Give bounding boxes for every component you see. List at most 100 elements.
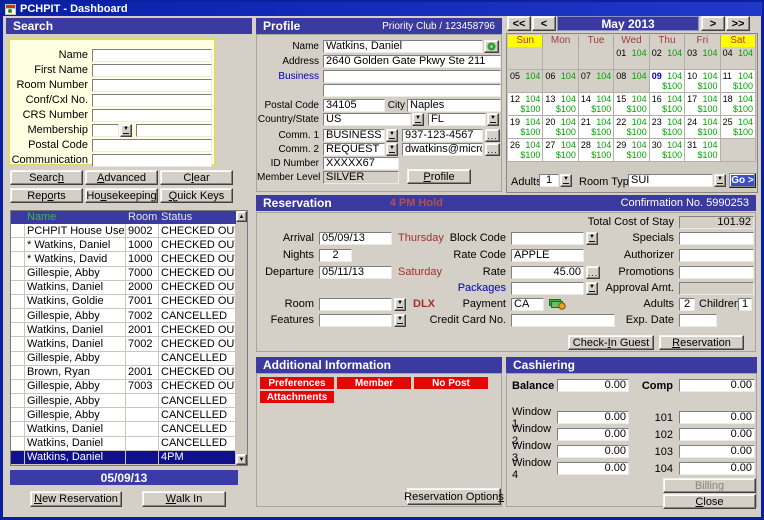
search-name-input[interactable] [92,49,212,62]
row-selector-cell[interactable] [11,323,25,336]
table-row[interactable]: Gillespie, Abby CANCELLED [11,394,236,408]
row-selector-cell[interactable] [11,366,25,379]
res-adults-input[interactable]: 2 [679,298,695,311]
status-column-header[interactable]: Status [159,211,236,224]
calendar-day[interactable]: 19104$100 [508,116,543,139]
row-selector-cell[interactable] [11,295,25,308]
calendar-day[interactable]: 10104$100 [685,70,720,93]
search-membership-type-input[interactable] [92,124,119,137]
calendar-day[interactable]: 07104 [579,70,614,93]
row-selector-cell[interactable] [11,394,25,407]
reservation-options-button[interactable]: Reservation Options [407,488,501,505]
comm2-dropdown-button[interactable]: ▼ [386,143,398,156]
row-selector-cell[interactable] [11,422,25,435]
comm1-dropdown-button[interactable]: ▼ [386,129,398,142]
calendar-day[interactable] [579,47,614,70]
row-selector-cell[interactable] [11,380,25,393]
info-flag-lamp[interactable]: Member [337,377,411,389]
rate-ellipsis-button[interactable]: ... [586,266,600,279]
room-type-input[interactable]: SUI [628,174,713,187]
calendar-day[interactable]: 28104$100 [579,139,614,162]
comm2-value-input[interactable]: dwatkins@micros [402,143,483,156]
row-selector-cell[interactable] [11,451,25,464]
state-dropdown-button[interactable]: ▼ [487,113,499,126]
calendar-day[interactable]: 30104$100 [650,139,685,162]
block-code-dropdown-button[interactable]: ▼ [586,232,598,245]
search-action-button[interactable]: Search [10,170,83,185]
rate-input[interactable]: 45.00 [511,266,584,279]
row-selector-cell[interactable] [11,352,25,365]
arrival-input[interactable]: 05/09/13 [319,232,392,245]
profile-name-input[interactable]: Watkins, Daniel [323,40,483,53]
info-flag-lamp[interactable]: No Post [414,377,488,389]
row-selector-cell[interactable] [11,252,25,265]
table-row[interactable]: Gillespie, Abby CANCELLED [11,408,236,422]
postal-code-input[interactable]: 34105 [323,99,385,112]
calendar-first-button[interactable]: << [507,16,531,31]
calendar-day[interactable]: 03104 [685,47,720,70]
table-row[interactable]: * Watkins, David 1000 CHECKED OUT [11,252,236,266]
info-flag-lamp[interactable]: Attachments [260,391,334,403]
packages-input[interactable] [511,282,584,295]
calendar-day[interactable]: 23104$100 [650,116,685,139]
table-row[interactable]: Gillespie, Abby 7000 CHECKED OUT [11,267,236,281]
calendar-day[interactable]: 08104 [614,70,649,93]
calendar-day[interactable]: 24104$100 [685,116,720,139]
search-room-number-input[interactable] [92,79,212,92]
calendar-day[interactable]: 16104$100 [650,93,685,116]
table-row[interactable]: Watkins, Daniel 4PM [11,451,236,465]
calendar-day[interactable]: 12104$100 [508,93,543,116]
state-input[interactable]: FL [428,113,486,126]
comm1-ellipsis-button[interactable]: ... [485,129,500,142]
specials-input[interactable] [679,232,754,245]
search-action-button[interactable]: Housekeeping [85,188,158,203]
features-dropdown-button[interactable]: ▼ [394,314,406,327]
exp-date-input[interactable] [679,314,717,327]
calendar-day[interactable]: 25104$100 [721,116,756,139]
calendar-day[interactable] [721,139,756,162]
calendar-day[interactable]: 02104 [650,47,685,70]
calendar-day[interactable]: 17104$100 [685,93,720,116]
table-row[interactable]: Watkins, Daniel CANCELLED [11,422,236,436]
search-action-button[interactable]: Quick Keys [160,188,233,203]
calendar-day[interactable]: 13104$100 [543,93,578,116]
features-input[interactable] [319,314,392,327]
comm2-type-input[interactable]: REQUEST [323,143,385,156]
title-bar[interactable]: PCHPIT - Dashboard [2,2,762,16]
row-selector-cell[interactable] [11,267,25,280]
calendar-day[interactable]: 22104$100 [614,116,649,139]
city-input[interactable]: Naples [407,99,501,112]
results-scrollbar[interactable]: ▲ ▼ [236,211,247,465]
credit-card-input[interactable] [511,314,615,327]
search-membership-number-input[interactable] [136,124,212,137]
row-selector-cell[interactable] [11,281,25,294]
new-reservation-button[interactable]: New Reservation [30,491,122,507]
search-conf-cxl-input[interactable] [92,94,212,107]
search-crs-input[interactable] [92,109,212,122]
comm2-ellipsis-button[interactable]: ... [485,143,500,156]
table-row[interactable]: Watkins, Daniel CANCELLED [11,437,236,451]
id-number-input[interactable]: XXXXX67 [323,157,399,170]
table-row[interactable]: Watkins, Goldie 7001 CHECKED OUT [11,295,236,309]
country-dropdown-button[interactable]: ▼ [412,113,424,126]
check-in-guest-button[interactable]: Check-In Guest [568,335,654,350]
calendar-day[interactable]: 20104$100 [543,116,578,139]
calendar-day[interactable]: 21104$100 [579,116,614,139]
payment-input[interactable]: CA [511,298,544,311]
business-address-input-1[interactable] [323,70,501,83]
search-action-button[interactable]: Clear [160,170,233,185]
nights-input[interactable]: 2 [319,249,352,262]
address-input[interactable]: 2640 Golden Gate Pkwy Ste 211 [323,55,501,68]
scroll-down-button[interactable]: ▼ [236,454,247,465]
scroll-up-button[interactable]: ▲ [236,211,247,222]
calendar-last-button[interactable]: >> [726,16,750,31]
packages-dropdown-button[interactable]: ▼ [586,282,598,295]
table-row[interactable]: Brown, Ryan 2001 CHECKED OUT [11,366,236,380]
calendar-day[interactable]: 31104$100 [685,139,720,162]
table-row[interactable]: Watkins, Daniel 2001 CHECKED OUT [11,323,236,337]
search-action-button[interactable]: Advanced [85,170,158,185]
promotions-input[interactable] [679,266,754,279]
calendar-day[interactable]: 05104 [508,70,543,93]
info-flag-lamp[interactable]: Preferences [260,377,334,389]
comm1-type-input[interactable]: BUSINESS [323,129,385,142]
